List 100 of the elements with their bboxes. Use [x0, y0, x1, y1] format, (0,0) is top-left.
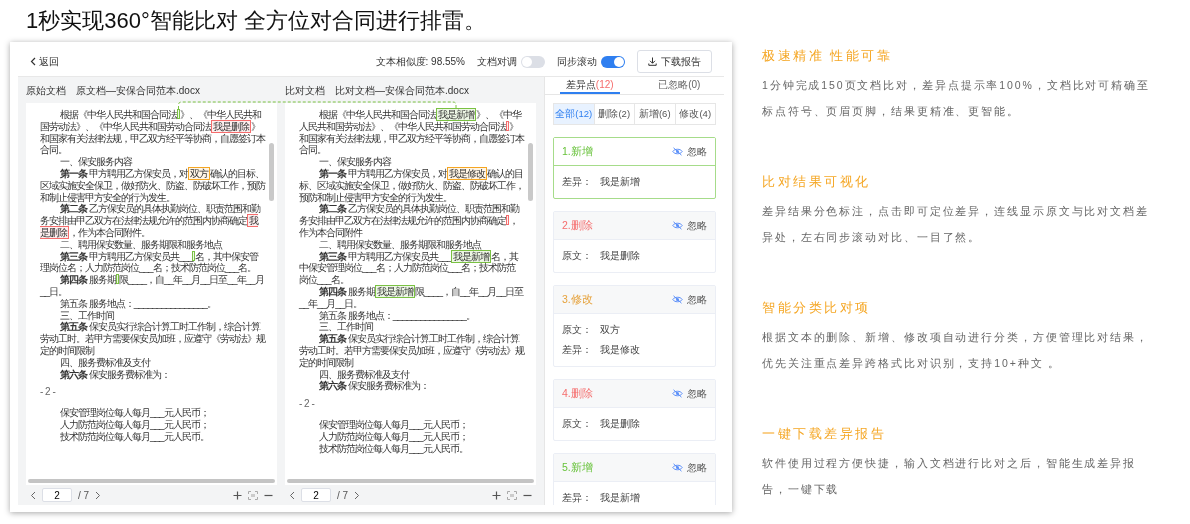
document-paragraph: 第六条 保安服务费标准为：	[318, 380, 430, 393]
back-button[interactable]: 返回	[30, 54, 59, 69]
diff-card[interactable]: 4.删除 忽略 原文： 我是删除	[553, 379, 716, 442]
feature-title: 一键下载差异报告	[762, 425, 887, 444]
toggle-label: 文档对调	[477, 55, 517, 69]
headline: 1秒实现360°智能比对 全方位对合同进行排雷。	[25, 7, 487, 35]
document-paragraph: 保安管理岗位每人每月___元人民币；	[59, 407, 210, 419]
eye-slash-icon	[672, 221, 683, 231]
ignore-button[interactable]: 忽略	[672, 218, 707, 234]
page-number: - 2 -	[40, 385, 57, 400]
feature-text: 软件使用过程方便快捷，输入文档进行比对之后，智能生成差异报告，一键下载	[762, 455, 1138, 497]
document-paragraph: 三、工作时间	[318, 321, 374, 333]
download-button[interactable]: 下载报告	[637, 50, 712, 73]
plus-icon[interactable]	[492, 490, 501, 500]
page-input[interactable]: 2	[42, 488, 72, 502]
document-paragraph: 技术防范岗位每人每月___元人民币。	[59, 430, 210, 443]
document-paragraph: 第五条 保安员实行综合计算工时工作制，综合计算劳动工时。若甲方需要保安员加班，应遵守《劳动法》规定的时间限制	[40, 321, 265, 357]
detail-value: 我是新增	[600, 491, 640, 505]
document-paragraph: 人力防范岗位每人每月___元人民币；	[59, 419, 210, 431]
document-paragraph: 四、服务费标准及支付	[59, 356, 152, 368]
chevron-left-icon	[30, 57, 36, 66]
filter-button[interactable]: 全部(12)	[554, 104, 595, 125]
scrollbar[interactable]	[28, 479, 275, 483]
document-paragraph: 保安管理岗位每人每月___元人民币；	[318, 419, 469, 431]
plus-icon[interactable]	[233, 490, 242, 500]
chevron-right-icon[interactable]	[354, 490, 361, 500]
document-paragraph: 第一条 甲方聘用乙方保安员，对 我是修改 确认的目标、区域实施安全保卫，做好防火、防盗、防破坏工作，预防和制止侵害甲方安全的行为发生。	[299, 168, 524, 204]
ignore-button[interactable]: 忽略	[672, 460, 707, 476]
document-paragraph: 二、聘用保安数量、服务期限和服务地点	[59, 238, 224, 250]
page-number: - 2 -	[299, 397, 316, 412]
scrollbar-thumb[interactable]	[269, 143, 274, 201]
scrollbar-thumb[interactable]	[528, 143, 533, 201]
eye-slash-icon	[672, 389, 683, 399]
document-paragraph: 第四条 服务期 限____，自__年__月__日至__年__月__日。	[40, 274, 265, 298]
toggle-switch[interactable]	[521, 55, 545, 68]
feature-text: 1分钟完成150页文档比对，差异点提示率100%，文档比对可精确至标点符号、页眉页脚，结果更精准、更智能。	[762, 77, 1151, 119]
eye-slash-icon	[672, 295, 683, 305]
diff-title: 5.新增	[562, 459, 593, 475]
diff-title: 2.删除	[562, 217, 593, 233]
feature-text: 差异结果分色标注，点击即可定位差异，连线显示原文与比对文档差异处，左右同步滚动对比、一目了然。	[762, 203, 1150, 245]
file-name: 原文档—安保合同范本.docx	[76, 83, 200, 98]
document-paragraph: 人力防范岗位每人每月___元人民币；	[318, 430, 469, 443]
doc-label: 原始文档	[26, 83, 66, 98]
diff-title: 1.新增	[562, 143, 593, 159]
chevron-left-icon[interactable]	[30, 490, 36, 500]
diff-card[interactable]: 1.新增 忽略 差异： 我是新增	[553, 137, 716, 200]
detail-value: 我是新增	[600, 175, 640, 190]
detail-label: 差异：	[562, 175, 592, 190]
ignore-button[interactable]: 忽略	[672, 144, 707, 160]
detail-value: 双方	[600, 323, 620, 338]
chevron-right-icon[interactable]	[95, 490, 102, 500]
chevron-left-icon[interactable]	[289, 490, 295, 500]
detail-value: 我是删除	[600, 417, 640, 432]
detail-label: 差异：	[562, 491, 592, 505]
feature-text: 根据文本的删除、新增、修改项自动进行分类，方便管理比对结果，优先关注重点差异跨格式比对识别，支持10+种文 。	[762, 329, 1150, 371]
feature-title: 比对结果可视化	[762, 173, 872, 192]
download-icon	[648, 57, 657, 66]
document-paragraph: 一、保安服务内容	[318, 156, 392, 168]
toggle-label: 同步滚动	[557, 55, 597, 69]
tab[interactable]: 已忽略(0)	[634, 77, 724, 94]
feature-title: 极速精准 性能可靠	[762, 47, 894, 65]
document-paragraph: 根据《中华人民共和国合同法 》、《中华人民共和国劳动法》、《中华人民共和国劳动合同法 我是删除 》和国家有关法律法规，甲乙双方经平等协商，自愿签订本合同。	[40, 109, 265, 156]
document-paragraph: 三、工作时间	[59, 309, 115, 321]
detail-label: 原文：	[562, 249, 592, 264]
detail-value: 我是修改	[600, 343, 640, 358]
feature-title: 智能分类比对项	[762, 299, 872, 318]
document-paragraph: 第二条 乙方保安员的具体执勤岗位、职责范围和勤务安排由甲乙双方在法律法规允许的范围内协商确定 ，作为本合同附件	[299, 203, 521, 239]
detail-label: 原文：	[562, 417, 592, 432]
document-paragraph: 第五条 服务地点：________________。	[318, 309, 476, 322]
diff-card[interactable]: 5.新增 忽略 差异： 我是新增	[553, 453, 716, 505]
document-paragraph: 第三条 甲方聘用乙方保安员共___ 名，其中保安管理岗位名；人力防范岗位___名；技术防范岗位___名。	[40, 250, 260, 274]
detail-value: 我是删除	[600, 249, 640, 264]
document-paragraph: 第五条 保安员实行综合计算工时工作制，综合计算劳动工时。若甲方需要保安员加班，应遵守《劳动法》规定的时间限制	[299, 333, 524, 369]
doc-label: 比对文档	[285, 83, 325, 98]
document-paragraph: 第五条 服务地点：________________。	[59, 297, 217, 310]
ignore-button[interactable]: 忽略	[672, 292, 707, 308]
eye-slash-icon	[672, 147, 683, 157]
similarity-text: 文本相似度: 98.55%	[375, 55, 465, 69]
document-paragraph: 二、聘用保安数量、服务期限和服务地点	[318, 238, 483, 250]
document-paragraph: 第六条 保安服务费标准为：	[59, 368, 171, 381]
diff-title: 4.删除	[562, 385, 593, 401]
diff-title: 3.修改	[562, 291, 593, 307]
toggle-switch[interactable]	[601, 55, 625, 68]
detail-label: 差异：	[562, 343, 592, 358]
diff-card[interactable]: 3.修改 忽略 原文： 双方 差异： 我是修改	[553, 285, 716, 368]
page-total: / 7	[337, 488, 349, 503]
document-paragraph: 一、保安服务内容	[59, 156, 133, 168]
scrollbar[interactable]	[287, 479, 534, 483]
page-total: / 7	[78, 488, 90, 503]
detail-label: 原文：	[562, 323, 592, 338]
document-paragraph: 第一条 甲方聘用乙方保安员，对 双方 确认的目标、区域实施安全保卫，做好防火、防盗、防破坏工作，预防和制止侵害甲方安全的行为发生。	[40, 168, 265, 204]
diff-card[interactable]: 2.删除 忽略 原文： 我是删除	[553, 211, 716, 274]
document-paragraph: 第二条 乙方保安员的具体执勤岗位、职责范围和勤务安排由甲乙双方在法律法规允许的范围内协商确定 我是删除 ，作为本合同附件。	[40, 203, 262, 239]
document-paragraph: 根据《中华人民共和国合同法 我是新增 》、《中华人民共和国劳动法》、《中华人民共和国劳动合同法 》和国家有关法律法规，甲乙双方经平等协商，自愿签订本合同。	[299, 109, 524, 156]
eye-slash-icon	[672, 463, 683, 473]
document-paragraph: 四、服务费标准及支付	[318, 368, 410, 380]
page-input[interactable]: 2	[301, 488, 331, 502]
tab[interactable]: 差异点(12)	[545, 77, 635, 94]
ignore-button[interactable]: 忽略	[672, 386, 707, 402]
document-paragraph: 技术防范岗位每人每月___元人民币。	[318, 442, 469, 455]
